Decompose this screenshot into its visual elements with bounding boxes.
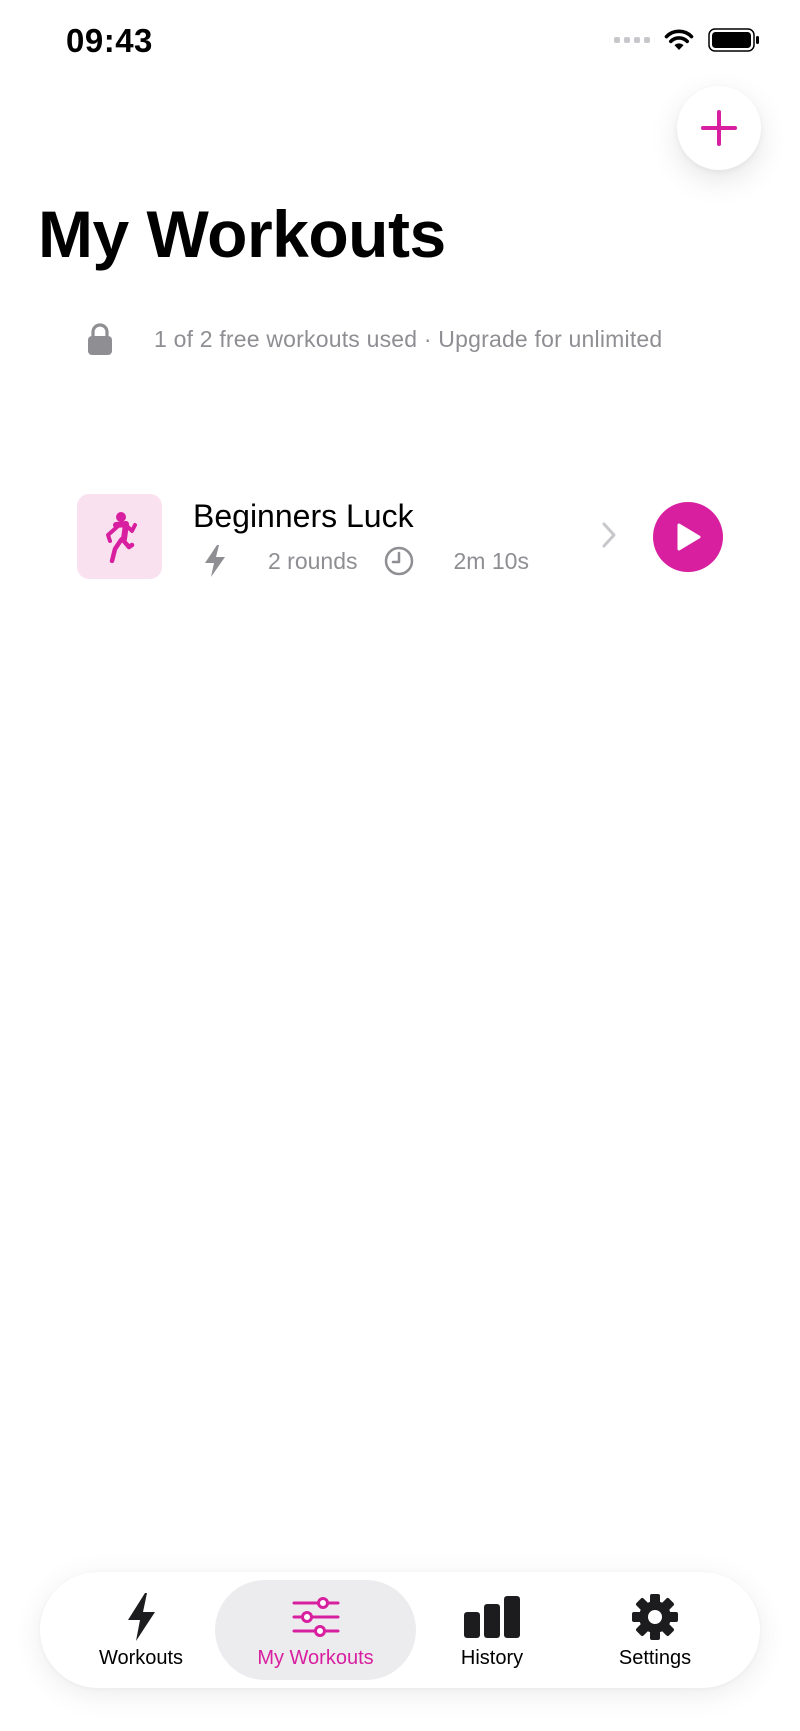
- screen: 09:43 My Workouts 1 of 2 free workouts u…: [0, 0, 800, 1731]
- workout-meta: 2 rounds 2m 10s: [202, 544, 529, 578]
- workout-duration: 2m 10s: [453, 547, 529, 574]
- bolt-icon: [205, 545, 225, 577]
- tab-history[interactable]: History: [437, 1580, 547, 1680]
- workout-name: Beginners Luck: [193, 498, 414, 534]
- page-title: My Workouts: [38, 197, 446, 271]
- tab-workouts[interactable]: Workouts: [86, 1580, 196, 1680]
- tab-label: Settings: [618, 1646, 692, 1669]
- clock-icon: [384, 546, 413, 576]
- tab-bar: Workouts My Workouts History Settings: [40, 1572, 760, 1688]
- status-time: 09:43: [66, 22, 153, 59]
- tab-label: Workouts: [98, 1646, 184, 1669]
- tab-label: My Workouts: [257, 1646, 374, 1669]
- tab-my-workouts[interactable]: My Workouts: [215, 1580, 416, 1680]
- lock-icon: [88, 323, 112, 355]
- tab-label: History: [460, 1646, 524, 1669]
- bolt-icon: [128, 1592, 155, 1641]
- tab-settings[interactable]: Settings: [595, 1580, 715, 1680]
- free-limit-notice[interactable]: 1 of 2 free workouts used · Upgrade for …: [86, 322, 662, 356]
- status-icons: [614, 28, 760, 52]
- workout-thumbnail: [77, 494, 162, 579]
- play-icon: [677, 523, 701, 551]
- bar-chart-icon: [464, 1595, 520, 1638]
- play-workout-button[interactable]: [653, 502, 723, 572]
- plus-icon: [701, 110, 737, 146]
- running-figure-icon: [105, 511, 137, 563]
- cellular-signal-icon: [614, 37, 650, 43]
- workout-card[interactable]: Beginners Luck 2 rounds 2m 10s: [77, 494, 725, 580]
- add-workout-button[interactable]: [677, 86, 761, 170]
- limit-text: 1 of 2 free workouts used · Upgrade for …: [154, 325, 663, 352]
- battery-icon: [708, 28, 759, 52]
- wifi-icon: [664, 29, 694, 50]
- sliders-icon: [292, 1596, 339, 1637]
- gear-icon: [632, 1593, 678, 1640]
- workout-rounds: 2 rounds: [268, 547, 358, 574]
- chevron-right-icon: [602, 522, 616, 548]
